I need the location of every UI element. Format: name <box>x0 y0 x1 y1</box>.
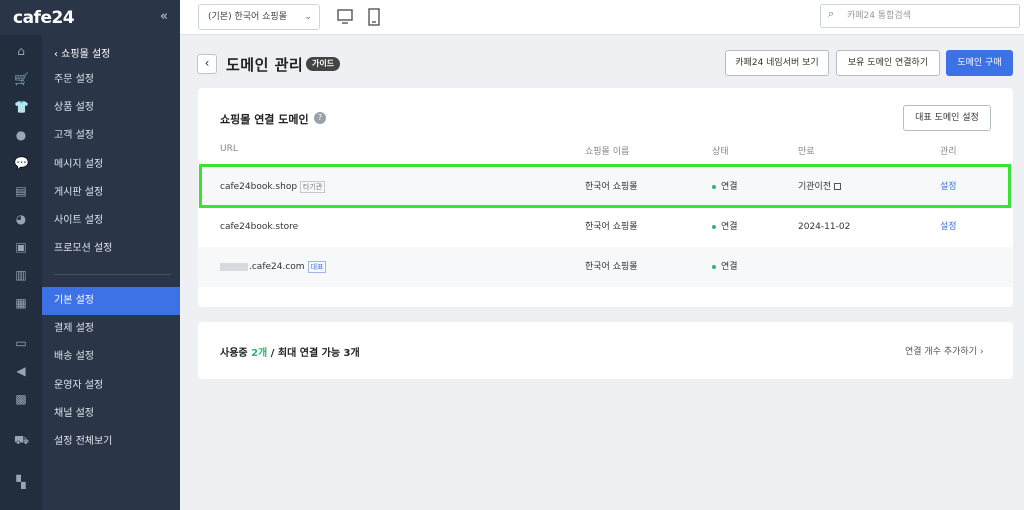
search-icon: ⌕ <box>828 7 835 20</box>
settings-link[interactable]: 설정 <box>940 207 957 247</box>
table-row: .cafe24.com 대표 한국어 쇼핑몰 연결 <box>198 247 1013 287</box>
buy-domain-button[interactable]: 도메인 구매 <box>946 50 1013 76</box>
domain-url: cafe24book.store <box>220 222 299 232</box>
apps-icon[interactable]: ▚ <box>14 475 28 489</box>
tablet-icon[interactable] <box>366 8 382 26</box>
megaphone-icon[interactable]: ◀ <box>14 364 28 378</box>
redacted-text <box>220 262 248 271</box>
menu-header-shop-settings[interactable]: ‹ 쇼핑몰 설정 <box>54 45 110 60</box>
chat-icon[interactable]: 💬 <box>14 156 29 170</box>
usage-count: 2개 <box>251 348 268 359</box>
shop-select-value: (기본) 한국어 쇼핑몰 <box>208 12 287 22</box>
menu-item-shipping[interactable]: 배송 설정 <box>42 343 180 371</box>
menu-item-basic[interactable]: 기본 설정 <box>42 287 180 315</box>
chart-icon[interactable]: ▥ <box>14 268 28 282</box>
card-title: 쇼핑몰 연결 도메인 <box>220 113 309 126</box>
table-row: cafe24book.store 한국어 쇼핑몰 연결 2024-11-02 설… <box>198 207 1013 247</box>
menu-item-site[interactable]: 사이트 설정 <box>42 207 180 235</box>
column-header-expire: 만료 <box>798 147 815 157</box>
brand-bar: cafe24 « <box>0 0 180 35</box>
menu-item-board[interactable]: 게시판 설정 <box>42 179 180 207</box>
coupon-icon[interactable]: ▣ <box>14 240 28 254</box>
nameserver-button[interactable]: 카페24 네임서버 보기 <box>725 50 829 76</box>
menu-item-channel[interactable]: 채널 설정 <box>42 400 180 428</box>
menu-item-customer[interactable]: 고객 설정 <box>42 122 180 150</box>
back-button[interactable]: ‹ <box>197 54 217 74</box>
box-icon[interactable]: ▭ <box>14 336 28 350</box>
user-icon[interactable]: ● <box>14 128 28 142</box>
expire-date: 2024-11-02 <box>798 222 851 232</box>
menu-divider <box>54 274 171 275</box>
menu-item-order[interactable]: 주문 설정 <box>42 66 180 94</box>
help-icon[interactable]: ? <box>314 112 326 124</box>
representative-tag: 대표 <box>307 260 327 273</box>
menu-item-payment[interactable]: 결제 설정 <box>42 315 180 343</box>
book-icon[interactable]: ▦ <box>14 296 28 310</box>
connect-domain-button[interactable]: 보유 도메인 연결하기 <box>836 50 940 76</box>
shirt-icon[interactable]: 👕 <box>14 100 29 114</box>
palette-icon[interactable]: ◕ <box>14 212 28 226</box>
status-dot-icon <box>712 224 716 229</box>
usage-prefix: 사용중 <box>220 348 248 359</box>
usage-card: 사용중 2개 / 최대 연결 가능 3개 연결 개수 추가하기 › <box>198 322 1013 379</box>
usage-max: / 최대 연결 가능 3개 <box>270 348 360 359</box>
desktop-icon[interactable] <box>337 8 353 26</box>
store-icon[interactable]: ▩ <box>14 392 28 406</box>
menu-item-all-settings[interactable]: 설정 전체보기 <box>42 428 180 456</box>
collapse-sidebar-icon[interactable]: « <box>160 9 168 24</box>
column-header-shop: 쇼핑몰 이름 <box>585 147 630 157</box>
menu-item-operator[interactable]: 운영자 설정 <box>42 372 180 400</box>
column-header-status: 상태 <box>712 147 729 157</box>
status-text: 연결 <box>721 262 738 272</box>
menu-item-promotion[interactable]: 프로모션 설정 <box>42 235 180 263</box>
cafe24-logo[interactable]: cafe24 <box>13 8 75 28</box>
cart-icon[interactable]: 🛒 <box>14 72 29 86</box>
top-bar: (기본) 한국어 쇼핑몰 ⌄ 카페24 통합검색 ⌕ <box>180 0 1024 35</box>
shop-name: 한국어 쇼핑몰 <box>585 222 638 232</box>
add-connection-link[interactable]: 연결 개수 추가하기 › <box>905 344 983 357</box>
search-input[interactable]: 카페24 통합검색 <box>820 4 1020 28</box>
truck-icon[interactable]: ⛟ <box>14 433 29 447</box>
column-header-manage: 관리 <box>940 147 957 157</box>
status-text: 연결 <box>721 222 738 232</box>
icon-rail: ⌂ 🛒 👕 ● 💬 ▤ ◕ ▣ ▥ ▦ ▭ ◀ ▩ ⛟ ▚ <box>0 35 42 510</box>
chevron-down-icon: ⌄ <box>304 12 312 22</box>
domain-url: .cafe24.com <box>249 262 305 272</box>
highlight-box <box>199 164 1011 208</box>
home-icon[interactable]: ⌂ <box>14 44 28 58</box>
menu-item-message[interactable]: 메시지 설정 <box>42 151 180 179</box>
set-representative-domain-button[interactable]: 대표 도메인 설정 <box>903 105 991 131</box>
status-dot-icon <box>712 264 716 269</box>
page-title: 도메인 관리 <box>226 56 304 74</box>
guide-badge[interactable]: 가이드 <box>306 57 341 71</box>
column-header-url: URL <box>220 144 238 154</box>
board-icon[interactable]: ▤ <box>14 184 28 198</box>
menu-item-product[interactable]: 상품 설정 <box>42 94 180 122</box>
shop-name: 한국어 쇼핑몰 <box>585 262 638 272</box>
shop-select[interactable]: (기본) 한국어 쇼핑몰 ⌄ <box>198 4 320 30</box>
